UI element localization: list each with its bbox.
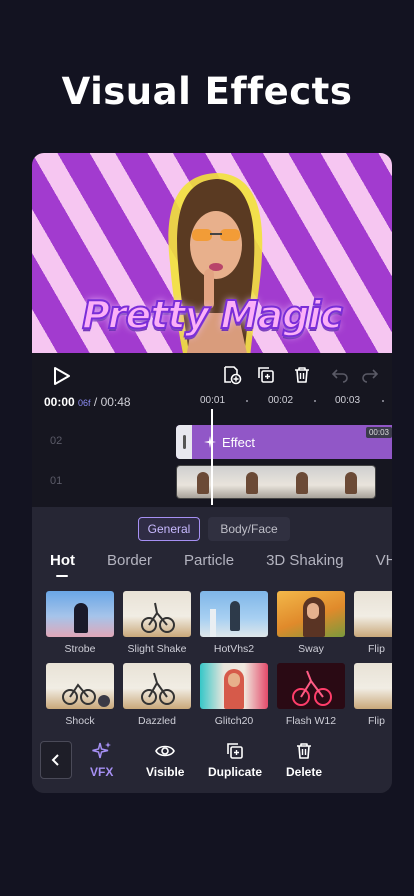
- tab-body-face[interactable]: Body/Face: [208, 517, 290, 541]
- hotvhs2-thumb: [200, 591, 268, 637]
- category-tabs: Hot Border Particle 3D Shaking VHS: [50, 552, 392, 577]
- dazzled-thumb: [123, 663, 191, 709]
- current-frame: 06f: [78, 398, 91, 408]
- effect-tile-shock[interactable]: Shock: [46, 663, 114, 727]
- video-clip[interactable]: [176, 465, 376, 499]
- chevron-left-icon: [51, 754, 59, 766]
- trash-icon: [297, 743, 312, 759]
- category-3d-shaking[interactable]: 3D Shaking: [266, 552, 344, 569]
- effect-tile-sway[interactable]: Sway: [277, 591, 345, 655]
- effect-label: Shock: [65, 715, 95, 727]
- effect-tile-flip[interactable]: Flip: [354, 663, 392, 727]
- redo-icon[interactable]: [358, 363, 382, 387]
- sparkle-icon: [204, 436, 216, 448]
- app-screen: Pretty Magic 00:00 06f / 00:48 00:01 00:…: [32, 153, 392, 793]
- category-hot[interactable]: Hot: [50, 552, 75, 577]
- video-frame: [325, 466, 375, 498]
- effect-label: Slight Shake: [127, 643, 187, 655]
- effect-tile-flip[interactable]: Flip: [354, 591, 392, 655]
- effect-tile-hotvhs2[interactable]: HotVhs2: [200, 591, 268, 655]
- track-label: 01: [50, 475, 63, 487]
- effect-label: Glitch20: [214, 715, 254, 727]
- vfx-label: VFX: [90, 765, 114, 779]
- trim-handle[interactable]: [176, 425, 192, 459]
- tab-general[interactable]: General: [138, 517, 200, 541]
- duplicate-label: Duplicate: [208, 765, 263, 779]
- effect-label: HotVhs2: [213, 643, 255, 655]
- effect-label: Strobe: [64, 643, 96, 655]
- video-frame: [177, 466, 227, 498]
- total-time: / 00:48: [93, 395, 131, 409]
- undo-icon[interactable]: [328, 363, 352, 387]
- ruler-label: 00:03: [335, 395, 361, 406]
- ruler-label: 00:02: [268, 395, 294, 406]
- ruler-dot: [314, 400, 316, 402]
- video-frame: [226, 466, 276, 498]
- effect-tile-flash-w12[interactable]: Flash W12: [277, 663, 345, 727]
- eye-icon: [155, 745, 176, 757]
- strobe-thumb: [46, 591, 114, 637]
- effect-label: Dazzled: [138, 715, 176, 727]
- flip-thumb: [354, 591, 392, 637]
- add-clip-icon[interactable]: [220, 363, 244, 387]
- vfx-button[interactable]: VFX: [90, 741, 113, 779]
- flash-w12-thumb: [277, 663, 345, 709]
- ruler-dot: [382, 400, 384, 402]
- sparkle-icon: [91, 742, 111, 759]
- effect-label: Flip: [368, 715, 385, 727]
- bottom-toolbar: VFX Visible Duplicate Delete: [32, 733, 392, 793]
- playhead[interactable]: [211, 409, 213, 505]
- delete-button[interactable]: Delete: [286, 741, 322, 779]
- effect-tile-slight-shake[interactable]: Slight Shake: [123, 591, 191, 655]
- effect-clip-label: Effect: [222, 434, 256, 450]
- visible-button[interactable]: Visible: [146, 741, 184, 779]
- slight-shake-thumb: [123, 591, 191, 637]
- shock-thumb: [46, 663, 114, 709]
- video-preview[interactable]: Pretty Magic: [32, 153, 392, 353]
- sway-thumb: [277, 591, 345, 637]
- category-particle[interactable]: Particle: [184, 552, 234, 569]
- track-label: 02: [50, 435, 63, 447]
- effect-duration: 00:03: [365, 427, 392, 438]
- video-frame: [276, 466, 326, 498]
- glitch20-thumb: [200, 663, 268, 709]
- effect-label: Flash W12: [285, 715, 337, 727]
- play-icon[interactable]: [48, 363, 74, 389]
- duplicate-icon: [227, 743, 243, 759]
- effect-label: Sway: [298, 643, 324, 655]
- effect-clip[interactable]: Effect 00:03: [176, 425, 392, 459]
- trash-icon[interactable]: [290, 363, 314, 387]
- preview-caption: Pretty Magic: [81, 292, 344, 338]
- category-vhs[interactable]: VHS: [376, 552, 392, 569]
- ruler-label: 00:01: [200, 395, 226, 406]
- flip-thumb: [354, 663, 392, 709]
- ruler-dot: [246, 400, 248, 402]
- category-border[interactable]: Border: [107, 552, 152, 569]
- effect-label: Flip: [368, 643, 385, 655]
- current-time: 00:00: [44, 395, 75, 409]
- timecode: 00:00 06f / 00:48: [44, 395, 131, 409]
- effect-tile-dazzled[interactable]: Dazzled: [123, 663, 191, 727]
- page-headline: Visual Effects: [61, 70, 353, 113]
- delete-label: Delete: [286, 765, 323, 779]
- duplicate-button[interactable]: Duplicate: [208, 741, 262, 779]
- back-button[interactable]: [40, 741, 72, 779]
- effect-tile-strobe[interactable]: Strobe: [46, 591, 114, 655]
- effect-tile-glitch20[interactable]: Glitch20: [200, 663, 268, 727]
- duplicate-clip-icon[interactable]: [254, 363, 278, 387]
- visible-label: Visible: [146, 765, 185, 779]
